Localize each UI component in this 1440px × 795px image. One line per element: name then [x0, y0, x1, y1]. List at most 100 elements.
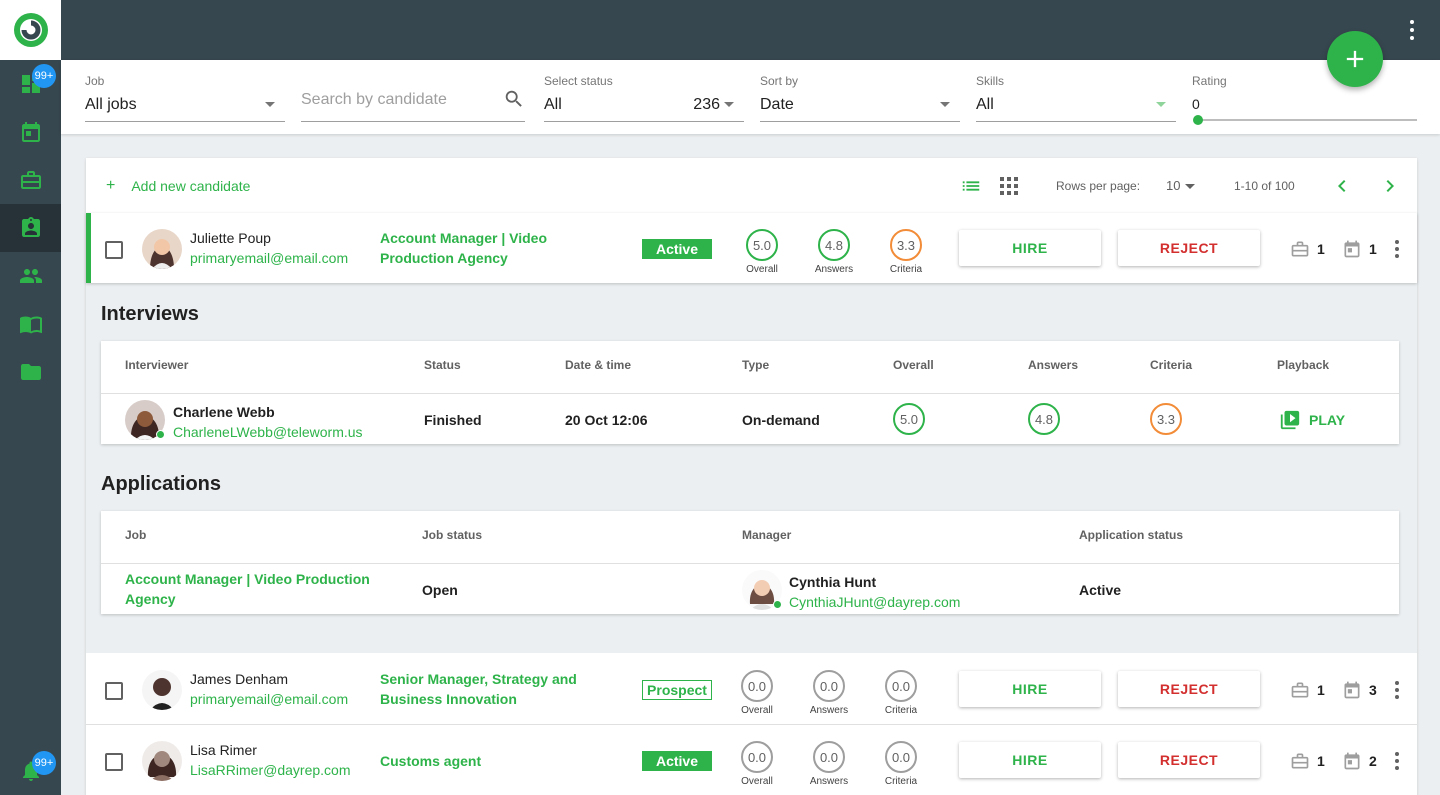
list-view-icon[interactable]: [960, 175, 982, 197]
rating-thumb[interactable]: [1193, 115, 1203, 125]
col-header: Application status: [1079, 528, 1184, 542]
app-logo[interactable]: [0, 0, 61, 60]
job-filter-value: All jobs: [85, 96, 137, 113]
briefcase-icon: [20, 171, 41, 189]
calendar-icon: [21, 122, 40, 142]
overall-score-value: 5.0: [746, 229, 778, 261]
row-checkbox[interactable]: [105, 753, 123, 771]
sidebar-item-candidates[interactable]: [0, 204, 61, 252]
overall-score: 0.0 Overall: [732, 741, 782, 787]
skills-filter-value: All: [976, 96, 994, 113]
sort-filter[interactable]: Sort by Date: [760, 74, 960, 122]
candidate-row[interactable]: Juliette Poup primaryemail@email.com Acc…: [86, 213, 1417, 283]
interview-overall-score: 5.0: [884, 403, 934, 435]
book-icon: [19, 316, 42, 334]
reject-button[interactable]: REJECT: [1118, 230, 1260, 266]
chevron-left-icon[interactable]: [1330, 174, 1354, 198]
sidebar-item-dashboard[interactable]: 99+: [0, 60, 61, 108]
interviewer-email[interactable]: CharleneLWebb@teleworm.us: [173, 424, 363, 440]
calendar-icon[interactable]: [1342, 680, 1362, 700]
play-button[interactable]: PLAY: [1279, 409, 1345, 431]
interview-answers-value: 4.8: [1028, 403, 1060, 435]
col-header: Playback: [1277, 358, 1330, 372]
criteria-score-value: 0.0: [885, 741, 917, 773]
chevron-down-icon: [1156, 102, 1166, 107]
briefcase-icon[interactable]: [1290, 239, 1310, 259]
add-new-candidate-button[interactable]: + Add new candidate: [106, 177, 250, 195]
row-more-icon[interactable]: [1395, 240, 1399, 258]
rows-per-page-select[interactable]: 10: [1166, 178, 1180, 193]
row-checkbox[interactable]: [105, 682, 123, 700]
calendar-icon[interactable]: [1342, 751, 1362, 771]
job-filter[interactable]: Job All jobs: [85, 74, 285, 122]
candidate-email[interactable]: LisaRRimer@dayrep.com: [190, 762, 350, 778]
status-filter[interactable]: Select status All 236: [544, 74, 744, 122]
interviews-table: Interviewer Status Date & time Type Over…: [101, 341, 1399, 444]
sidebar-item-jobs[interactable]: [0, 156, 61, 204]
row-more-icon[interactable]: [1395, 752, 1399, 770]
chevron-right-icon[interactable]: [1378, 174, 1402, 198]
candidate-name[interactable]: Juliette Poup: [190, 230, 271, 246]
job-filter-label: Job: [85, 74, 105, 88]
overall-score: 0.0 Overall: [732, 670, 782, 716]
overall-score-label: Overall: [741, 705, 773, 716]
pagination-range: 1-10 of 100: [1234, 179, 1295, 193]
candidate-email[interactable]: primaryemail@email.com: [190, 691, 348, 707]
interview-type: On-demand: [742, 412, 820, 428]
grid-view-icon[interactable]: [1000, 177, 1018, 195]
hire-button[interactable]: HIRE: [959, 742, 1101, 778]
hire-button[interactable]: HIRE: [959, 671, 1101, 707]
reject-button[interactable]: REJECT: [1118, 671, 1260, 707]
add-fab-button[interactable]: [1327, 31, 1383, 87]
application-status: Active: [1079, 582, 1122, 598]
notifications-badge: 99+: [32, 751, 56, 775]
candidate-job-link[interactable]: Customs agent: [380, 751, 620, 771]
candidate-row[interactable]: James Denham primaryemail@email.com Seni…: [86, 654, 1417, 724]
candidate-name[interactable]: Lisa Rimer: [190, 742, 257, 758]
hire-button[interactable]: HIRE: [959, 230, 1101, 266]
rating-track[interactable]: [1198, 119, 1417, 121]
divider: [101, 563, 1399, 564]
candidate-job-link[interactable]: Account Manager | Video Production Agenc…: [380, 228, 620, 268]
candidate-details: Interviews Interviewer Status Date & tim…: [86, 283, 1417, 653]
panel-toolbar: + Add new candidate Rows per page: 10 1-…: [86, 158, 1417, 213]
applications-table: Job Job status Manager Application statu…: [101, 511, 1399, 614]
sidebar-item-files[interactable]: [0, 348, 61, 396]
candidate-job-link[interactable]: Senior Manager, Strategy and Business In…: [380, 669, 620, 709]
col-header: Interviewer: [125, 358, 189, 372]
application-job-status: Open: [422, 582, 458, 598]
reject-button[interactable]: REJECT: [1118, 742, 1260, 778]
calendar-icon[interactable]: [1342, 239, 1362, 259]
manager-email[interactable]: CynthiaJHunt@dayrep.com: [789, 594, 960, 610]
col-header: Overall: [893, 358, 934, 372]
skills-filter[interactable]: Skills All: [976, 74, 1176, 122]
search-icon[interactable]: [503, 88, 525, 110]
events-count: 3: [1369, 682, 1377, 698]
search-placeholder: Search by candidate: [301, 91, 447, 108]
chevron-down-icon[interactable]: [1185, 184, 1195, 189]
sidebar-item-notifications[interactable]: 99+: [0, 747, 61, 795]
candidate-row[interactable]: Lisa Rimer LisaRRimer@dayrep.com Customs…: [86, 725, 1417, 795]
row-more-icon[interactable]: [1395, 681, 1399, 699]
rating-slider[interactable]: Rating 0: [1192, 74, 1417, 125]
briefcase-icon[interactable]: [1290, 680, 1310, 700]
row-checkbox[interactable]: [105, 241, 123, 259]
criteria-score-label: Criteria: [884, 705, 918, 716]
criteria-score: 3.3 Criteria: [881, 229, 931, 275]
candidate-name[interactable]: James Denham: [190, 671, 288, 687]
application-job-link[interactable]: Account Manager | Video Production Agenc…: [125, 569, 375, 609]
briefcase-icon[interactable]: [1290, 751, 1310, 771]
applications-title: Applications: [101, 473, 222, 495]
sort-filter-value: Date: [760, 96, 794, 113]
more-options-icon[interactable]: [1404, 20, 1420, 40]
events-count: 2: [1369, 753, 1377, 769]
overall-score: 5.0 Overall: [737, 229, 787, 275]
sidebar-item-people[interactable]: [0, 252, 61, 300]
search-input[interactable]: Search by candidate: [301, 74, 525, 122]
status-badge: Prospect: [642, 680, 712, 700]
add-new-candidate-label: Add new candidate: [131, 178, 251, 194]
sidebar-item-library[interactable]: [0, 300, 61, 348]
sidebar-item-calendar[interactable]: [0, 108, 61, 156]
overall-score-value: 0.0: [741, 741, 773, 773]
candidate-email[interactable]: primaryemail@email.com: [190, 250, 348, 266]
